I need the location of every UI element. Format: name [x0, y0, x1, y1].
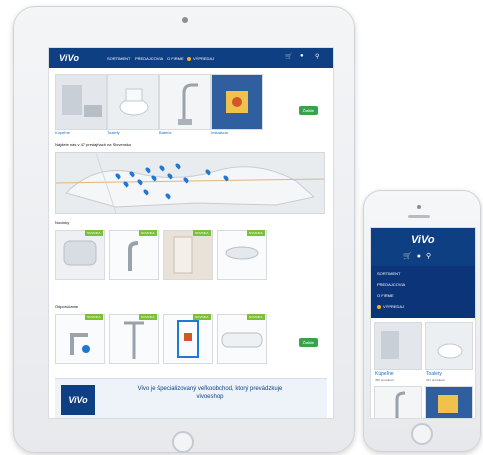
product-card[interactable] [55, 230, 105, 280]
product-image [164, 231, 212, 279]
toilet-image [108, 75, 158, 129]
category-tile-baterie[interactable] [159, 74, 211, 130]
promo-banner: ViVo Vivo je špecializovaný veľkoobchod,… [55, 378, 327, 418]
search-icon[interactable]: ⚲ [426, 253, 436, 260]
phone-header-icons: 🛒●⚲ [403, 252, 436, 260]
product-card[interactable] [217, 314, 267, 364]
phone-menu-item-predajcovia[interactable]: PREDAJCOVIA [377, 282, 405, 287]
more-featured-button[interactable]: Ďalšie [299, 338, 319, 347]
category-tile-toalety[interactable] [107, 74, 159, 130]
featured-heading: Odporúčame [55, 304, 79, 309]
new-badge: NOVINKA [247, 314, 265, 320]
category-label[interactable]: Kúpeľne [55, 130, 70, 135]
tablet-camera [182, 17, 188, 23]
stores-map[interactable] [55, 152, 325, 214]
phone-category-count: 321 produktov [426, 378, 446, 382]
product-card[interactable] [163, 230, 213, 280]
phone-menu-item-sortiment[interactable]: SORTIMENT [377, 271, 400, 276]
user-icon[interactable]: ● [417, 253, 426, 260]
product-image [56, 315, 104, 363]
phone-header: ViVo 🛒●⚲ [371, 228, 475, 266]
nav-item-o-firme[interactable]: O FIRME [167, 56, 184, 61]
phone-category-tile-instalacia[interactable] [425, 386, 473, 418]
new-badge: NOVINKA [85, 314, 103, 320]
category-tile-kupelne[interactable] [55, 74, 107, 130]
sale-dot-icon [187, 56, 191, 61]
product-image [218, 231, 266, 279]
brand-logo[interactable]: ViVo [59, 53, 79, 63]
product-image [110, 315, 158, 363]
phone-menu-item-vypredaj-label: VÝPREDAJ [383, 304, 405, 309]
phone-brand-logo[interactable]: ViVo [411, 234, 435, 246]
phone-menu: SORTIMENT PREDAJCOVIA O FIRME VÝPREDAJ [371, 266, 475, 318]
installation-image [426, 387, 472, 418]
phone-category-tile-toalety[interactable] [425, 322, 473, 370]
product-card[interactable] [109, 314, 159, 364]
new-badge: NOVINKA [193, 314, 211, 320]
product-image [164, 315, 212, 363]
phone-category-tile-kupelne[interactable] [374, 322, 422, 370]
product-card[interactable] [217, 230, 267, 280]
product-image [110, 231, 158, 279]
phone-category-label[interactable]: Kúpeľne [375, 371, 394, 377]
nav-item-sortiment[interactable]: SORTIMENT [107, 56, 130, 61]
nav-item-vypredaj[interactable]: VÝPREDAJ [187, 56, 214, 61]
product-image [218, 315, 266, 363]
news-heading: Novinky [55, 220, 70, 225]
phone-speaker [408, 215, 430, 218]
phone-menu-item-vypredaj[interactable]: VÝPREDAJ [377, 304, 404, 309]
tablet-screen: ViVo SORTIMENT PREDAJCOVIA O FIRME VÝPRE… [48, 47, 334, 419]
search-icon[interactable]: ⚲ [315, 53, 319, 60]
phone-category-label[interactable]: Toalety [426, 371, 442, 377]
phone-screen: ViVo 🛒●⚲ SORTIMENT PREDAJCOVIA O FIRME V… [370, 227, 476, 419]
phone-device: ViVo 🛒●⚲ SORTIMENT PREDAJCOVIA O FIRME V… [363, 190, 481, 452]
promo-text: Vivo je špecializovaný veľkoobchod, ktor… [137, 386, 283, 400]
new-badge: NOVINKA [247, 230, 265, 236]
category-tile-instalacia[interactable] [211, 74, 263, 130]
phone-camera [417, 205, 421, 209]
promo-logo: ViVo [61, 385, 95, 415]
stores-heading: Nájdete nás v 47 predajňach na Slovensku [55, 142, 132, 147]
tablet-device: ViVo SORTIMENT PREDAJCOVIA O FIRME VÝPRE… [13, 6, 355, 453]
map-background [56, 153, 324, 213]
cart-icon[interactable]: 🛒 [403, 253, 417, 260]
toilet-image [426, 323, 472, 369]
more-categories-button[interactable]: Ďalšie [299, 106, 319, 115]
faucet-image [375, 387, 421, 418]
faucet-image [160, 75, 210, 129]
phone-category-count: 450 produktov [375, 378, 395, 382]
cart-icon[interactable]: 🛒 [285, 53, 292, 60]
top-navbar: ViVo SORTIMENT PREDAJCOVIA O FIRME VÝPRE… [49, 48, 333, 68]
bathroom-image [375, 323, 421, 369]
user-icon[interactable]: ● [300, 53, 304, 59]
product-image [56, 231, 104, 279]
phone-menu-item-o-firme[interactable]: O FIRME [377, 293, 394, 298]
sale-dot-icon [377, 304, 381, 309]
phone-category-tile-baterie[interactable] [374, 386, 422, 418]
nav-item-predajcovia[interactable]: PREDAJCOVIA [135, 56, 163, 61]
new-badge: NOVINKA [139, 314, 157, 320]
product-card[interactable] [163, 314, 213, 364]
bathroom-image [56, 75, 106, 129]
product-card[interactable] [55, 314, 105, 364]
category-label[interactable]: Toalety [107, 130, 120, 135]
new-badge: NOVINKA [85, 230, 103, 236]
new-badge: NOVINKA [193, 230, 211, 236]
new-badge: NOVINKA [139, 230, 157, 236]
phone-home-button[interactable] [411, 423, 433, 445]
installation-image [212, 75, 262, 129]
nav-item-vypredaj-label: VÝPREDAJ [193, 56, 215, 61]
category-label[interactable]: Inštalácia [211, 130, 228, 135]
category-label[interactable]: Batérie [159, 130, 172, 135]
tablet-home-button[interactable] [172, 431, 194, 453]
product-card[interactable] [109, 230, 159, 280]
